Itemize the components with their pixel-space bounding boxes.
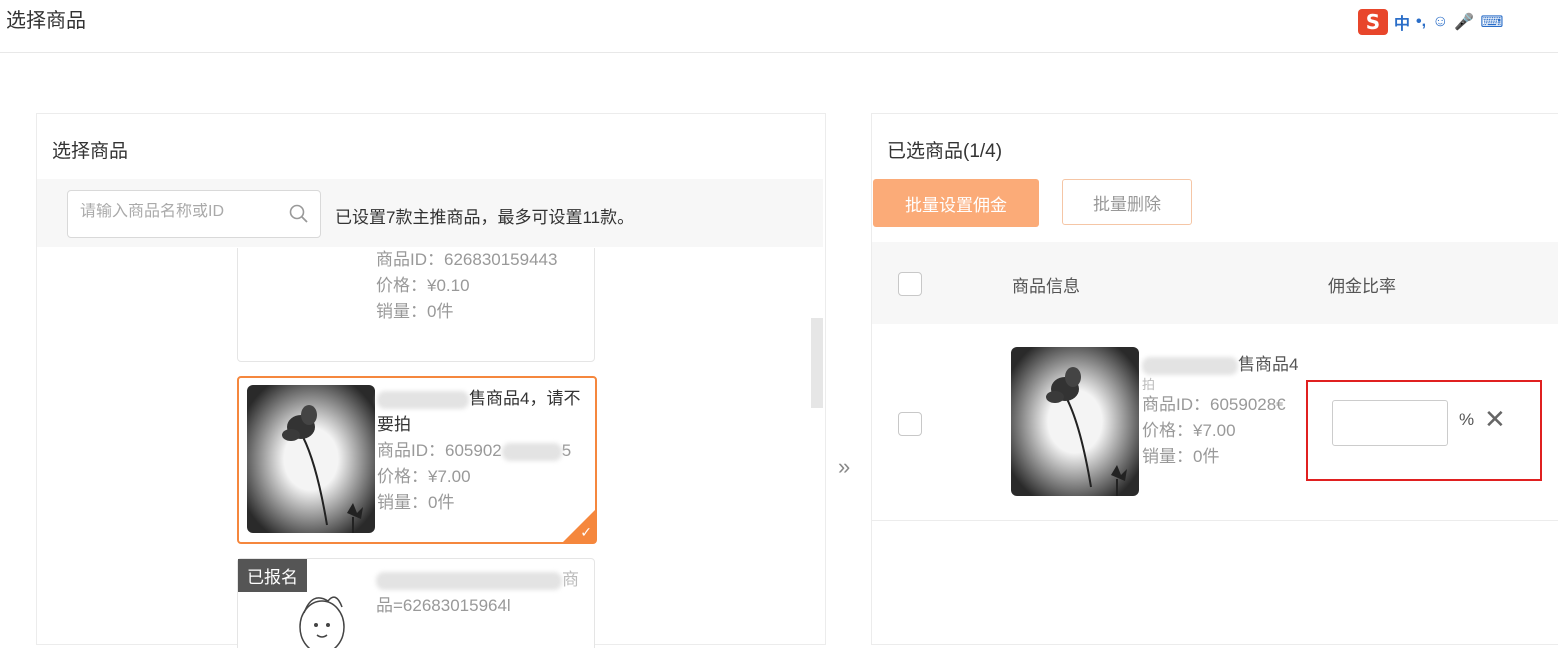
product-image — [1011, 347, 1139, 496]
search-box[interactable] — [67, 190, 321, 238]
product-card-selected[interactable]: 售商品4，请不 要拍 商品ID：605902 5 价格：¥7.00 销量：0件 ✓ — [237, 376, 597, 544]
product-card[interactable]: 要拍 商品ID：626830159443 价格：¥0.10 销量：0件 — [237, 248, 595, 362]
row-checkbox[interactable] — [898, 412, 922, 436]
product-name: 商 — [376, 567, 579, 593]
product-sales: 销量：0件 — [376, 302, 454, 321]
column-commission-rate: 佣金比率 — [1328, 277, 1396, 296]
product-price: 价格：¥7.00 — [1142, 421, 1236, 440]
transfer-arrow-icon: » — [838, 454, 851, 479]
selected-products-panel: 已选商品(1/4) 批量设置佣金 批量删除 商品信息 佣金比率 售商品4 拍 商… — [871, 113, 1558, 645]
product-name: 售商品4 — [1142, 352, 1298, 378]
ime-toolbar[interactable]: S 中 •, ☺ 🎤 ⌨ — [1358, 8, 1503, 36]
product-info: 售商品4，请不 要拍 商品ID：605902 5 价格：¥7.00 销量：0件 — [377, 386, 580, 516]
product-info: 商 品=62683015964l — [376, 567, 579, 619]
product-card[interactable]: 已报名 商 品=62683015964l — [237, 558, 595, 648]
ime-emoji-icon[interactable]: ☺ — [1432, 13, 1448, 31]
product-image — [247, 385, 375, 533]
product-price: 价格：¥0.10 — [376, 276, 470, 295]
search-icon[interactable] — [288, 203, 310, 225]
list-scrollbar[interactable] — [811, 318, 823, 408]
product-id: 商品ID：626830159443 — [376, 250, 558, 269]
product-sales: 销量：0件 — [1142, 447, 1220, 466]
product-info: 要拍 商品ID：626830159443 价格：¥0.10 销量：0件 — [376, 248, 557, 325]
table-row: 售商品4 拍 商品ID：6059028€ 价格：¥7.00 销量：0件 % ✕ — [872, 324, 1558, 521]
product-list[interactable]: 要拍 商品ID：626830159443 价格：¥0.10 销量：0件 — [37, 248, 823, 648]
product-id: 商品ID：6059028€ — [1142, 395, 1286, 414]
product-id: 商品ID：605902 5 — [377, 441, 572, 461]
product-id: 品=62683015964l — [376, 596, 511, 615]
close-icon[interactable]: ✕ — [1484, 404, 1506, 435]
featured-count-hint: 已设置7款主推商品，最多可设置11款。 — [335, 208, 635, 227]
search-input[interactable] — [80, 203, 280, 221]
product-info: 售商品4 拍 商品ID：6059028€ 价格：¥7.00 销量：0件 — [1142, 352, 1298, 470]
header-divider — [0, 52, 1558, 53]
percent-sign: % — [1459, 410, 1475, 429]
batch-set-commission-button[interactable]: 批量设置佣金 — [873, 179, 1039, 227]
panel-title: 已选商品(1/4) — [887, 141, 1003, 162]
search-bar: 已设置7款主推商品，最多可设置11款。 — [37, 179, 823, 247]
panel-title: 选择商品 — [52, 141, 129, 162]
product-selection-panel: 选择商品 已设置7款主推商品，最多可设置11款。 要拍 商品ID：6268301… — [36, 113, 826, 648]
ime-microphone-icon[interactable]: 🎤 — [1454, 12, 1474, 32]
cartoon-avatar-icon — [299, 596, 345, 648]
commission-rate-cell: % ✕ — [1306, 380, 1542, 481]
table-header: 商品信息 佣金比率 — [872, 242, 1558, 324]
ime-chinese-mode[interactable]: 中 — [1394, 10, 1410, 34]
product-sales: 销量：0件 — [377, 493, 455, 512]
page-title: 选择商品 — [6, 10, 86, 32]
product-price: 价格：¥7.00 — [377, 467, 471, 486]
ime-keyboard-icon[interactable]: ⌨ — [1480, 12, 1503, 32]
sogou-logo-icon[interactable]: S — [1358, 9, 1388, 35]
product-name-line2: 拍 — [1142, 377, 1156, 392]
column-product-info: 商品信息 — [1012, 277, 1080, 296]
product-name-line2: 要拍 — [377, 415, 411, 434]
commission-rate-input[interactable] — [1332, 400, 1448, 446]
select-all-checkbox[interactable] — [898, 272, 922, 296]
checkmark-icon: ✓ — [580, 524, 592, 540]
ime-punctuation-icon[interactable]: •, — [1416, 13, 1426, 31]
product-name: 售商品4，请不 — [377, 386, 580, 412]
batch-delete-button[interactable]: 批量删除 — [1062, 179, 1192, 225]
